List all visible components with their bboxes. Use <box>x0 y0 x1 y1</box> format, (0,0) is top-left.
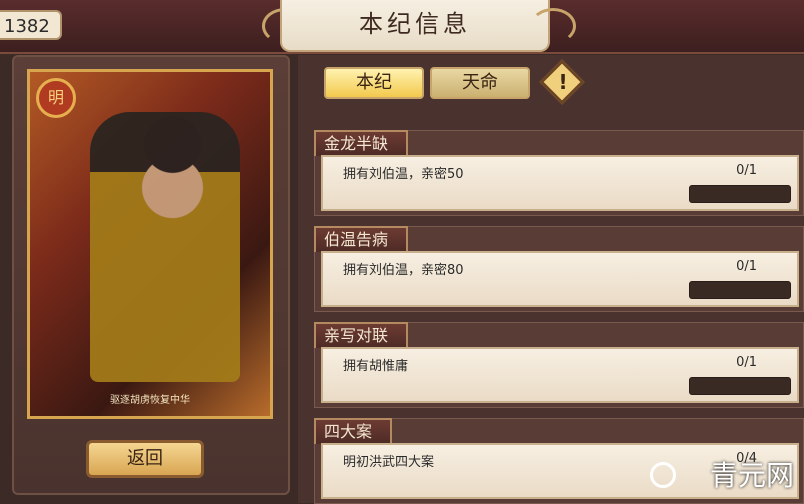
portrait-caption: 驱逐胡虏恢复中华 <box>110 395 190 406</box>
quest-body: 拥有刘伯温，亲密50 0/1 <box>321 155 799 211</box>
quest-desc: 拥有胡惟庸 <box>343 359 409 374</box>
quest-card: 伯温告病 拥有刘伯温，亲密80 0/1 <box>314 226 804 312</box>
exclamation-mark: ! <box>558 70 568 94</box>
quest-progress: 0/1 <box>736 259 757 274</box>
progress-bar <box>689 377 791 395</box>
title-plate: 本纪信息 <box>280 0 550 52</box>
watermark: 青元网 <box>709 459 794 492</box>
progress-bar <box>689 281 791 299</box>
tab-tianming[interactable]: 天命 <box>430 67 530 99</box>
quest-body: 拥有胡惟庸 0/1 <box>321 347 799 403</box>
quest-title: 亲写对联 <box>314 322 409 348</box>
quest-title: 金龙半缺 <box>314 130 409 156</box>
currency-counter: 1382 <box>0 10 62 40</box>
quest-card: 亲写对联 拥有胡惟庸 0/1 <box>314 322 804 408</box>
quest-desc: 拥有刘伯温，亲密50 <box>343 167 464 182</box>
emperor-portrait-image <box>90 112 240 382</box>
quest-title: 伯温告病 <box>314 226 409 252</box>
dynasty-seal-icon: 明 <box>36 78 76 118</box>
quest-body: 拥有刘伯温，亲密80 0/1 <box>321 251 799 307</box>
progress-bar <box>689 185 791 203</box>
back-button[interactable]: 返回 <box>86 440 204 478</box>
page-title: 本纪信息 <box>359 10 471 38</box>
quest-title: 四大案 <box>314 418 393 444</box>
quest-card: 金龙半缺 拥有刘伯温，亲密50 0/1 <box>314 130 804 216</box>
quest-desc: 明初洪武四大案 <box>343 455 435 470</box>
ornament-right-icon <box>530 8 576 44</box>
quest-progress: 0/1 <box>736 355 757 370</box>
quest-progress: 0/1 <box>736 163 757 178</box>
portrait-card: 明 驱逐胡虏恢复中华 <box>27 69 273 419</box>
tab-benji[interactable]: 本纪 <box>324 67 424 99</box>
quest-desc: 拥有刘伯温，亲密80 <box>343 263 464 278</box>
